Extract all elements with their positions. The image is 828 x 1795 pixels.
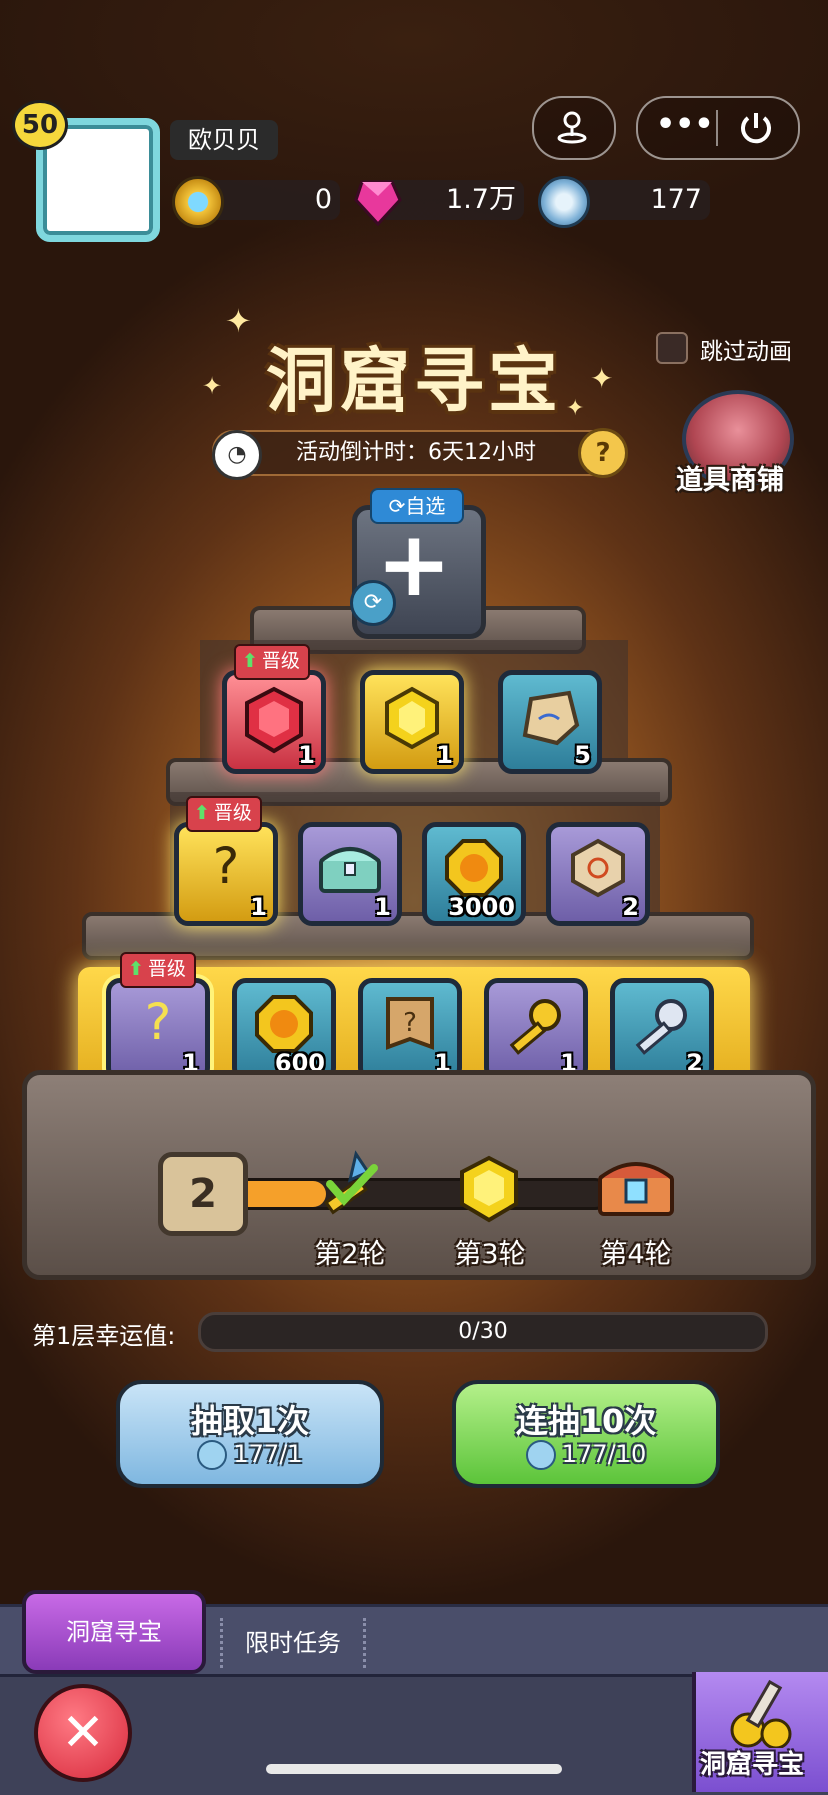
custom-pick-tag: ⟳自选 <box>370 488 464 524</box>
reward-slot[interactable]: ? 1 <box>174 822 278 926</box>
up-arrow-icon: ⬆ <box>242 650 258 672</box>
reward-count: 1 <box>374 893 391 921</box>
reward-count: 1 <box>250 893 267 921</box>
cave-ticket-icon <box>525 1440 556 1470</box>
draw-ten-cost: 177/10 <box>456 1440 716 1470</box>
draw-once-label: 抽取1次 <box>190 1402 310 1440</box>
reward-slot[interactable]: 1 <box>484 978 588 1082</box>
more-icon[interactable]: ••• <box>656 110 714 142</box>
draw-once-cost: 177/1 <box>120 1440 380 1470</box>
close-icon: ✕ <box>61 1703 105 1763</box>
random-gems-icon: ? <box>212 837 240 895</box>
pyramid-base <box>22 1070 816 1280</box>
draw-ten-label: 连抽10次 <box>515 1402 657 1440</box>
username: 欧贝贝 <box>170 120 278 160</box>
upgrade-badge: ⬆ 晋级 <box>120 952 196 988</box>
location-icon <box>554 108 590 144</box>
skip-animation-label: 跳过动画 <box>700 339 792 365</box>
reward-count: 1 <box>298 741 315 769</box>
cave-treasure-shortcut-label: 洞窟寻宝 <box>700 1750 805 1780</box>
menu-capsule: ••• <box>636 96 800 160</box>
home-indicator[interactable] <box>266 1764 562 1774</box>
svg-text:?: ? <box>403 1008 417 1038</box>
milestone-label: 第4轮 <box>600 1239 672 1270</box>
reward-slot[interactable]: 5 <box>498 670 602 774</box>
reward-slot[interactable]: 1 <box>360 670 464 774</box>
round-progress-fill <box>235 1181 326 1207</box>
help-icon[interactable]: ? <box>578 428 628 478</box>
reward-count: 3000 <box>448 893 515 921</box>
gold-gem-icon <box>454 1154 524 1224</box>
reward-slot[interactable]: 2 <box>610 978 714 1082</box>
upgrade-badge: ⬆ 晋级 <box>234 644 310 680</box>
draw-once-button[interactable]: 抽取1次 177/1 <box>116 1380 384 1488</box>
cave-ticket-icon <box>538 176 590 228</box>
reward-count: 5 <box>574 741 591 769</box>
reward-slot[interactable]: 2 <box>546 822 650 926</box>
refresh-icon: ⟳ <box>388 494 406 518</box>
reward-slot[interactable]: 1 <box>222 670 326 774</box>
tab-limited-tasks[interactable]: 限时任务 <box>220 1618 366 1668</box>
random-gems-icon: ? <box>144 993 172 1051</box>
checkmark-icon <box>316 1150 386 1220</box>
luck-bar: 0/30 <box>198 1312 768 1352</box>
countdown-text: 活动倒计时：6天12小时 <box>296 440 536 465</box>
gem-coin-icon <box>172 176 224 228</box>
level-badge: 50 <box>12 100 68 150</box>
reward-slot[interactable]: ? 1 <box>358 978 462 1082</box>
reward-slot[interactable]: 3000 <box>422 822 526 926</box>
up-arrow-icon: ⬆ <box>194 802 210 824</box>
milestone-label: 第2轮 <box>314 1239 386 1270</box>
luck-value: 0/30 <box>458 1319 508 1344</box>
upgrade-badge: ⬆ 晋级 <box>186 796 262 832</box>
countdown-bar: 活动倒计时：6天12小时 <box>212 430 620 476</box>
reward-slot[interactable]: 600 <box>232 978 336 1082</box>
cave-ticket-balance: 177 <box>572 180 710 220</box>
location-button[interactable] <box>532 96 616 160</box>
capsule-divider <box>716 110 718 146</box>
power-icon[interactable] <box>736 108 776 148</box>
clock-icon: ◔ <box>212 430 262 480</box>
current-round-badge: 2 <box>158 1152 248 1236</box>
milestone-label: 第3轮 <box>454 1239 526 1270</box>
tab-cave-treasure[interactable]: 洞窟寻宝 <box>22 1590 206 1674</box>
cave-ticket-icon <box>197 1440 228 1470</box>
reward-slot[interactable]: 1 <box>298 822 402 926</box>
up-arrow-icon: ⬆ <box>128 958 144 980</box>
pink-crystal-icon <box>352 176 404 228</box>
sword-coins-icon <box>718 1678 808 1750</box>
reward-count: 1 <box>436 741 453 769</box>
reward-slot[interactable]: ? 1 <box>106 978 210 1082</box>
close-button[interactable]: ✕ <box>34 1684 132 1782</box>
refresh-icon[interactable]: ⟳ <box>350 580 396 626</box>
treasure-chest-icon <box>594 1150 678 1220</box>
reward-count: 2 <box>622 893 639 921</box>
draw-ten-button[interactable]: 连抽10次 177/10 <box>452 1380 720 1488</box>
luck-label: 第1层幸运值: <box>32 1322 176 1350</box>
item-shop-label[interactable]: 道具商铺 <box>676 458 784 497</box>
skip-animation-checkbox[interactable] <box>656 332 688 364</box>
